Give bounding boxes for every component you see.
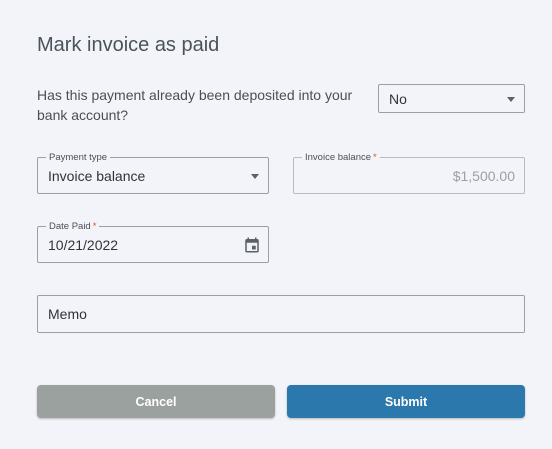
deposit-select[interactable]: No [378,84,525,113]
invoice-balance-value: $1,500.00 [452,167,515,184]
payment-type-select[interactable]: Payment type Invoice balance [37,152,269,194]
chevron-down-icon [251,173,259,179]
deposit-question: Has this payment already been deposited … [37,87,353,123]
memo-field[interactable]: Memo [37,295,525,333]
date-paid-field[interactable]: Date Paid * 10/21/2022 [37,221,269,263]
required-marker: * [92,221,97,232]
date-paid-value: 10/21/2022 [48,236,119,253]
invoice-balance-field[interactable]: Invoice balance * $1,500.00 [293,152,525,194]
invoice-balance-label: Invoice balance * [302,152,380,163]
date-paid-label: Date Paid * [46,221,100,232]
required-marker: * [373,152,377,163]
cancel-button[interactable]: Cancel [37,385,275,418]
deposit-select-value: No [389,90,407,107]
payment-type-value: Invoice balance [48,167,146,184]
dialog-title: Mark invoice as paid [37,34,220,56]
submit-button[interactable]: Submit [287,385,525,418]
memo-placeholder: Memo [48,306,87,322]
payment-type-label: Payment type [46,152,111,163]
chevron-down-icon [507,96,515,102]
calendar-icon[interactable] [243,236,261,254]
